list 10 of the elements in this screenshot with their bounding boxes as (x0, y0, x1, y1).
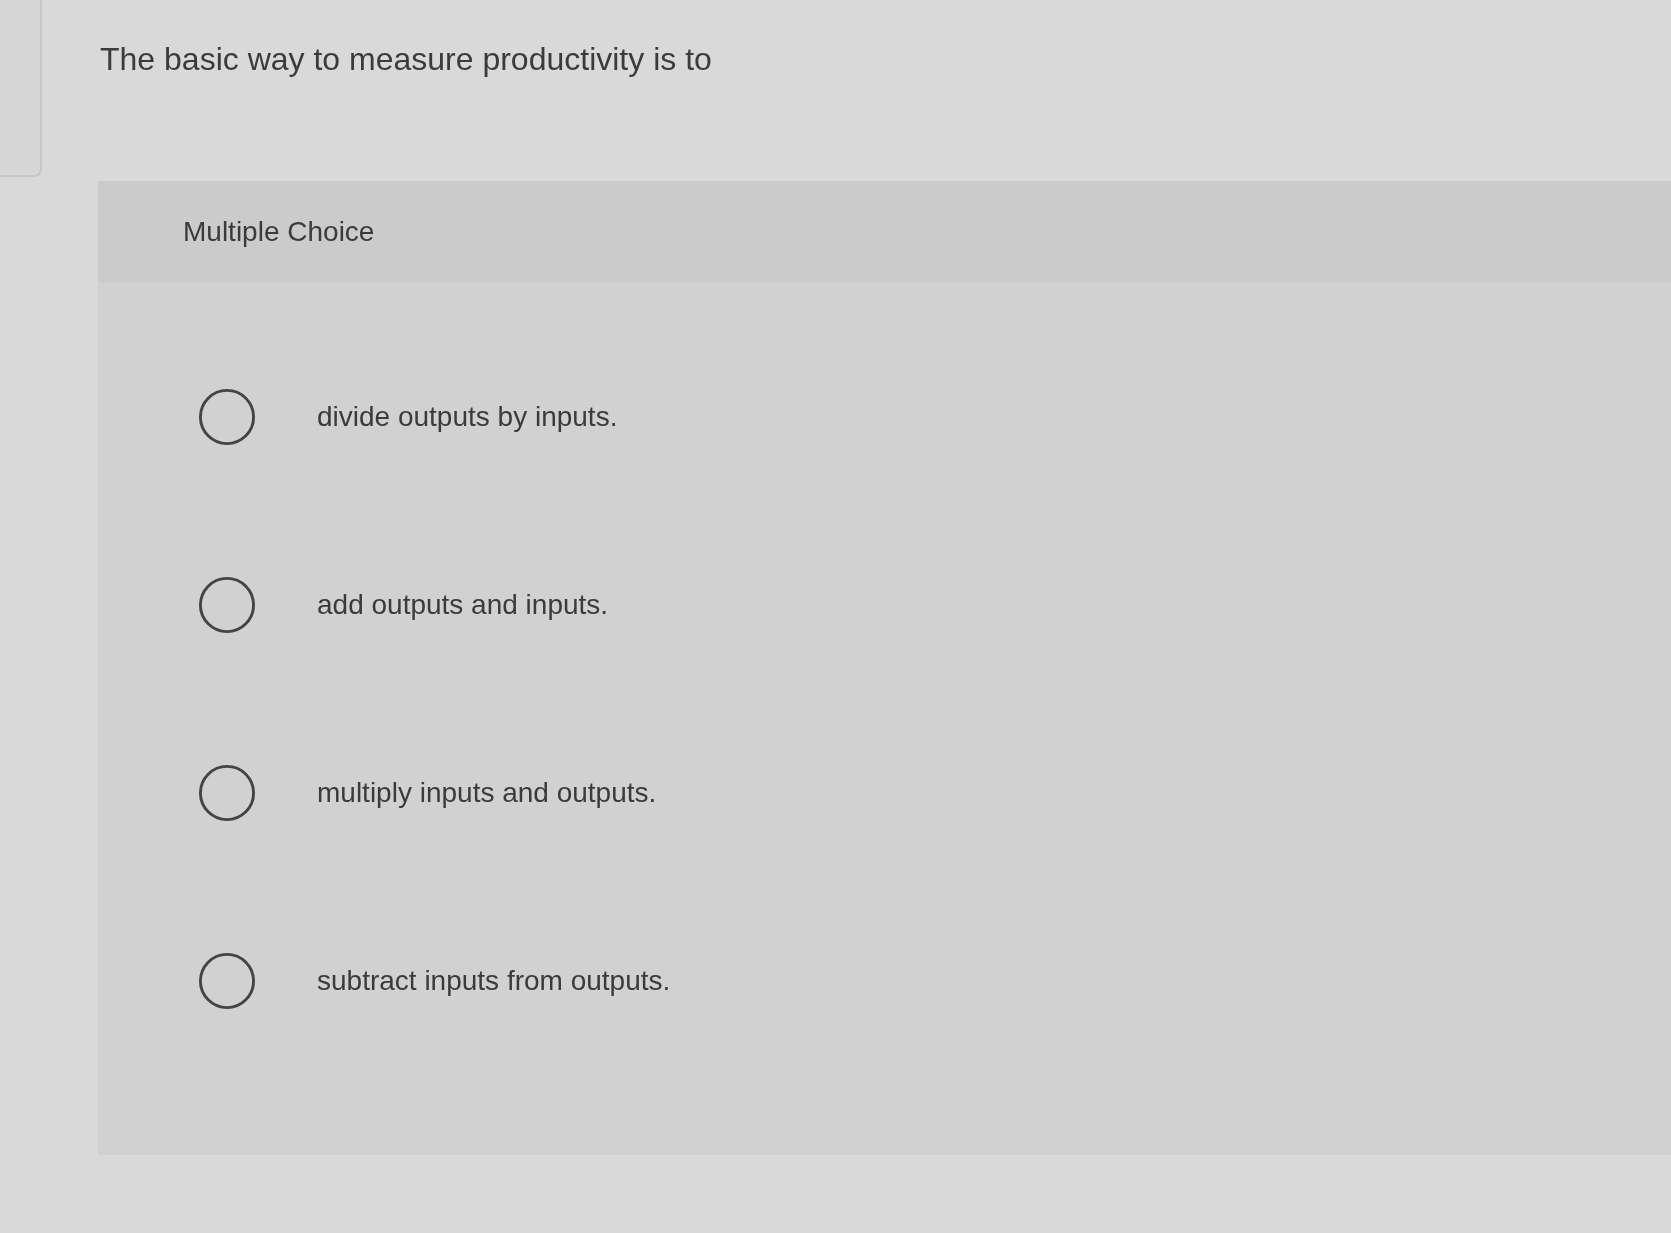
option-label[interactable]: multiply inputs and outputs. (317, 776, 657, 810)
radio-button[interactable] (198, 576, 256, 634)
option-label[interactable]: add outputs and inputs. (317, 588, 609, 622)
radio-button[interactable] (198, 952, 256, 1010)
radio-button[interactable] (198, 764, 256, 822)
question-text: The basic way to measure productivity is to (100, 40, 712, 78)
option-label[interactable]: subtract inputs from outputs. (317, 964, 671, 998)
radio-button[interactable] (198, 388, 256, 446)
question-type-label: Multiple Choice (183, 214, 375, 249)
option-label[interactable]: divide outputs by inputs. (317, 400, 618, 434)
